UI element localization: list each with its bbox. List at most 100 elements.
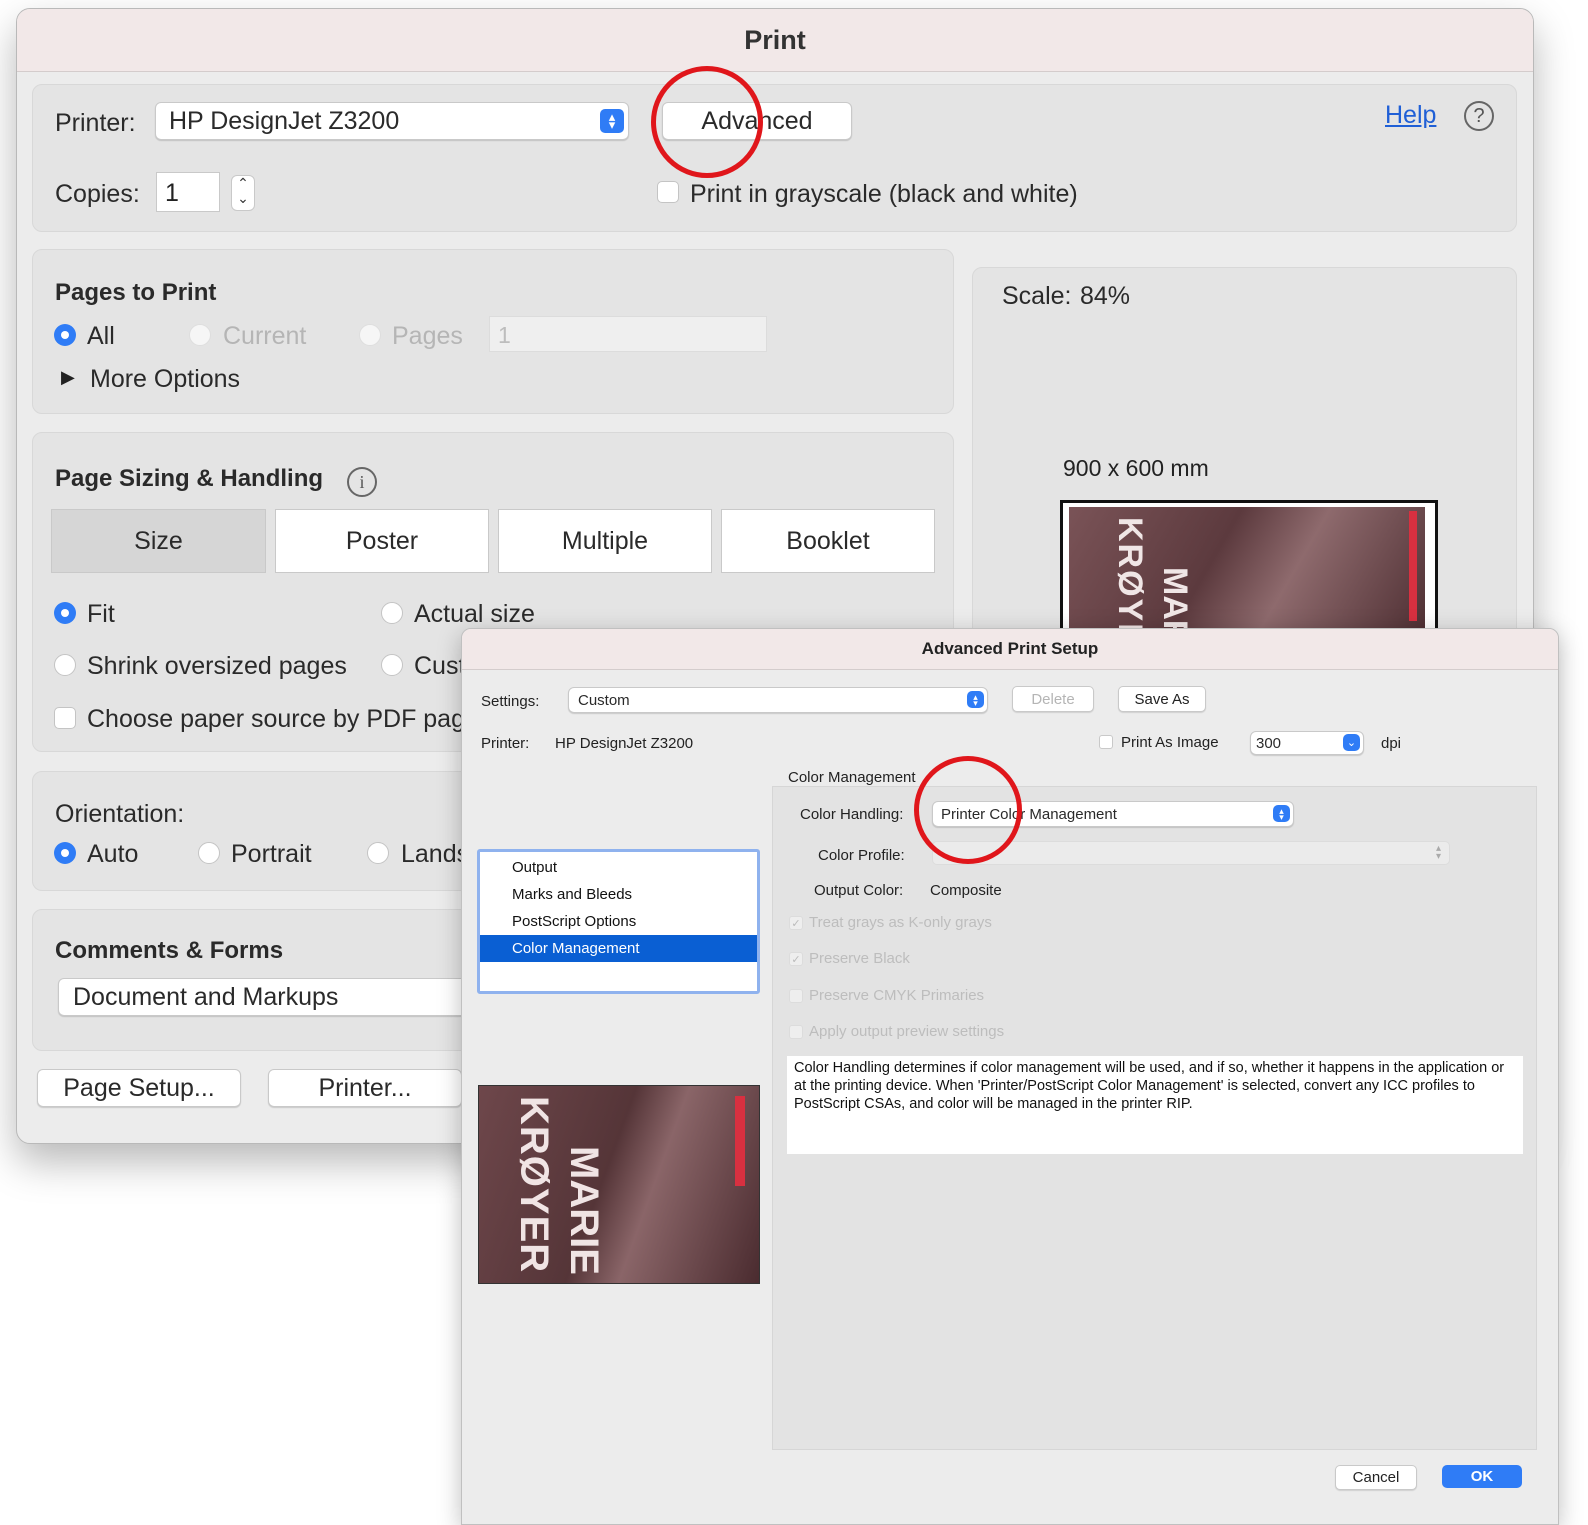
color-management-heading: Color Management — [788, 769, 916, 786]
scale-value: 84% — [1080, 282, 1131, 310]
preserve-black-checkbox[interactable]: ✓ — [789, 952, 803, 966]
pages-label: Pages — [392, 322, 463, 350]
page-preview: KRØYER MARIE — [1060, 500, 1438, 640]
thumb-red-strip — [735, 1096, 745, 1186]
auto-radio[interactable] — [54, 842, 76, 864]
treat-grays-label: Treat grays as K-only grays — [809, 914, 992, 931]
disclosure-triangle-icon[interactable]: ▶ — [61, 367, 75, 388]
chevron-updown-icon: ▴ ▾ — [1273, 805, 1290, 822]
custom-scale-label: Cust — [414, 652, 466, 680]
color-handling-label: Color Handling: — [800, 806, 904, 823]
custom-scale-radio[interactable] — [381, 654, 403, 676]
pages-radio[interactable] — [359, 324, 381, 346]
copies-input[interactable]: 1 — [156, 172, 220, 212]
printer-button[interactable]: Printer... — [268, 1069, 462, 1107]
comments-forms-heading: Comments & Forms — [55, 937, 284, 964]
pages-range-input[interactable]: 1 — [489, 316, 767, 352]
help-link[interactable]: Help — [1385, 101, 1436, 130]
grayscale-checkbox[interactable] — [657, 181, 679, 203]
delete-button[interactable]: Delete — [1012, 686, 1094, 712]
shrink-radio[interactable] — [54, 654, 76, 676]
all-label: All — [87, 322, 115, 350]
tab-poster[interactable]: Poster — [275, 509, 489, 573]
tab-size[interactable]: Size — [51, 509, 266, 573]
tab-booklet[interactable]: Booklet — [721, 509, 935, 573]
paper-source-checkbox[interactable] — [54, 707, 76, 729]
help-question-icon[interactable]: ? — [1464, 101, 1494, 131]
nav-item-color-management[interactable]: Color Management — [480, 935, 757, 962]
current-radio[interactable] — [189, 324, 211, 346]
page-size-label: 900 x 600 mm — [1063, 455, 1209, 481]
output-color-value: Composite — [930, 882, 1002, 899]
tab-multiple[interactable]: Multiple — [498, 509, 712, 573]
all-radio[interactable] — [54, 324, 76, 346]
advanced-dialog-title: Advanced Print Setup — [921, 639, 1099, 658]
shrink-label: Shrink oversized pages — [87, 652, 347, 680]
dpi-value: 300 — [1256, 734, 1282, 752]
landscape-label: Lands — [401, 840, 470, 868]
settings-select[interactable]: Custom ▴ ▾ — [568, 687, 988, 713]
comments-forms-select[interactable]: Document and Markups — [58, 978, 490, 1016]
settings-value: Custom — [578, 691, 630, 709]
dpi-select[interactable]: 300 ⌄ — [1250, 731, 1364, 755]
page-setup-button[interactable]: Page Setup... — [37, 1069, 241, 1107]
poster-red-strip — [1409, 511, 1417, 621]
portrait-label: Portrait — [231, 840, 312, 868]
info-icon[interactable]: i — [347, 467, 377, 497]
chevron-updown-icon: ▴ ▾ — [967, 691, 984, 708]
adv-poster-thumbnail: KRØYER MARIE — [478, 1085, 760, 1284]
color-profile-label: Color Profile: — [818, 847, 905, 864]
apply-preview-checkbox[interactable] — [789, 1025, 803, 1039]
print-dialog-title: Print — [744, 25, 806, 55]
dpi-label: dpi — [1381, 735, 1402, 752]
thumb-name-line2: KRØYER — [512, 1096, 556, 1274]
preserve-cmyk-checkbox[interactable] — [789, 989, 803, 1003]
landscape-radio[interactable] — [367, 842, 389, 864]
advanced-title-bar: Advanced Print Setup — [462, 629, 1558, 670]
thumb-name-line1: MARIE — [562, 1146, 606, 1275]
nav-item-output[interactable]: Output — [480, 854, 757, 881]
scale-label: Scale: — [1002, 282, 1072, 310]
printer-select-value: HP DesignJet Z3200 — [169, 106, 400, 135]
nav-item-marks-bleeds[interactable]: Marks and Bleeds — [480, 881, 757, 908]
fit-radio[interactable] — [54, 602, 76, 624]
portrait-radio[interactable] — [198, 842, 220, 864]
apply-preview-label: Apply output preview settings — [809, 1023, 1005, 1040]
copies-label: Copies: — [55, 180, 140, 208]
actual-size-radio[interactable] — [381, 602, 403, 624]
actual-size-label: Actual size — [414, 600, 535, 628]
nav-item-postscript-options[interactable]: PostScript Options — [480, 908, 757, 935]
advanced-print-setup-dialog: Advanced Print Setup Settings: Custom ▴ ▾… — [461, 628, 1559, 1525]
paper-source-label: Choose paper source by PDF pag — [87, 705, 465, 733]
copies-stepper[interactable]: ⌃ ⌄ — [231, 175, 255, 211]
cancel-button[interactable]: Cancel — [1335, 1465, 1417, 1490]
color-profile-select[interactable]: ▴ ▾ — [932, 841, 1450, 865]
annotation-circle-advanced — [651, 66, 763, 178]
ok-button[interactable]: OK — [1442, 1465, 1522, 1488]
chevron-updown-icon: ▴ ▾ — [1435, 843, 1441, 862]
printer-label: Printer: — [55, 109, 136, 137]
more-options-label[interactable]: More Options — [90, 365, 240, 394]
orientation-heading: Orientation: — [55, 800, 185, 828]
print-as-image-checkbox[interactable] — [1099, 735, 1113, 749]
poster-name-line2: KRØYER — [1111, 517, 1149, 640]
adv-printer-label: Printer: — [481, 735, 530, 752]
chevron-down-icon: ⌄ — [1343, 734, 1360, 751]
comments-forms-value: Document and Markups — [73, 982, 339, 1011]
treat-grays-checkbox[interactable]: ✓ — [789, 916, 803, 930]
color-handling-description: Color Handling determines if color manag… — [787, 1056, 1523, 1154]
print-as-image-label: Print As Image — [1121, 734, 1219, 751]
settings-label: Settings: — [481, 693, 540, 710]
page-sizing-heading: Page Sizing & Handling — [55, 465, 324, 492]
save-as-button[interactable]: Save As — [1118, 686, 1206, 712]
fit-label: Fit — [87, 600, 115, 628]
chevron-updown-icon: ▴ ▾ — [600, 109, 624, 133]
grayscale-label: Print in grayscale (black and white) — [690, 180, 1078, 208]
print-title-bar: Print — [17, 9, 1533, 72]
printer-select[interactable]: HP DesignJet Z3200 ▴ ▾ — [155, 102, 629, 140]
current-label: Current — [223, 322, 307, 350]
poster-image: KRØYER MARIE — [1069, 507, 1425, 640]
auto-label: Auto — [87, 840, 139, 868]
adv-printer-value: HP DesignJet Z3200 — [555, 735, 694, 752]
annotation-circle-color-handling — [914, 756, 1022, 864]
